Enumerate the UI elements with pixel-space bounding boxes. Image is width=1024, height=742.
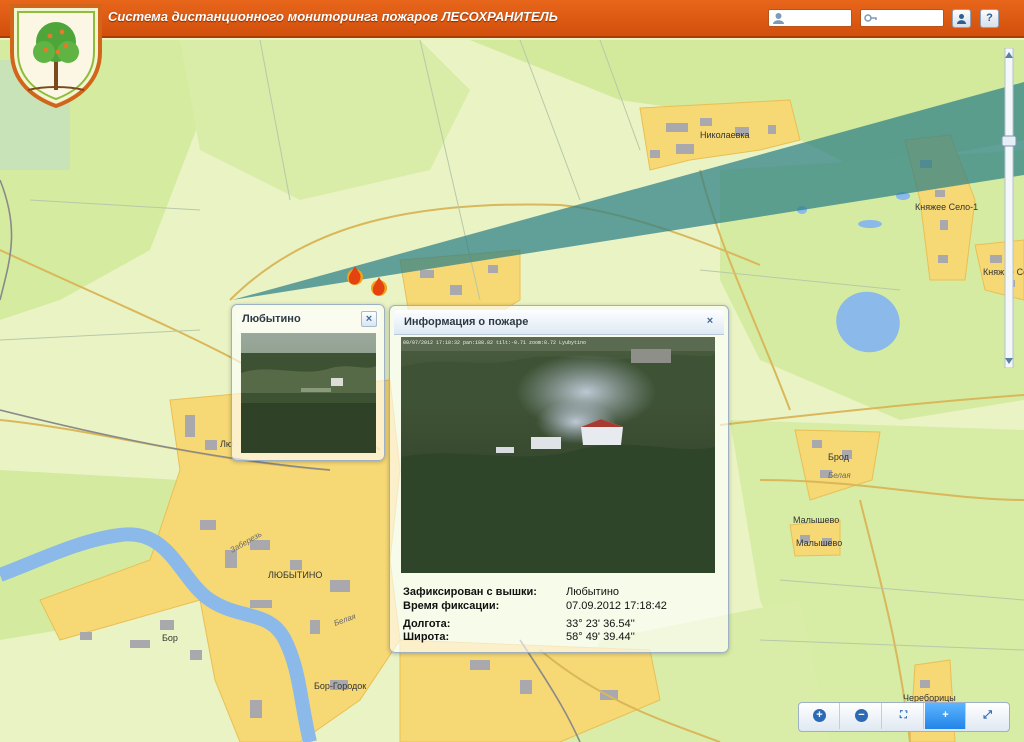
camera-popup-title: Любытино	[242, 313, 301, 325]
fire-popup-title: Информация о пожаре	[404, 316, 529, 328]
fire-info-popup: Информация о пожаре × 09/07/2012 17:18:3…	[389, 305, 729, 653]
zoom-out-icon: −	[855, 709, 868, 722]
full-extent-button[interactable]: ⛶	[883, 703, 924, 729]
camera-snapshot[interactable]	[241, 333, 376, 453]
login-button[interactable]	[952, 9, 971, 28]
info-label: Широта:	[403, 631, 450, 643]
pan-button[interactable]: +	[925, 703, 966, 729]
info-label: Зафиксирован с вышки:	[403, 586, 537, 598]
help-button[interactable]: ?	[980, 9, 999, 28]
pan-icon: +	[942, 709, 949, 721]
road-label: Белая	[828, 471, 851, 480]
password-field[interactable]	[860, 9, 944, 28]
fullscreen-button[interactable]: ⤢	[967, 703, 1008, 729]
place-label: Княжее Село-1	[915, 202, 978, 212]
close-icon[interactable]: ×	[361, 311, 377, 327]
place-label: Николаевка	[700, 130, 750, 140]
place-label: Малышево	[796, 538, 842, 548]
app-title: Система дистанционного мониторинга пожар…	[108, 9, 558, 24]
info-label: Время фиксации:	[403, 600, 500, 612]
info-label: Долгота:	[403, 618, 451, 630]
zoom-in-button[interactable]: +	[799, 703, 840, 729]
place-label: Брод	[828, 452, 850, 462]
fire-popup-header: Информация о пожаре ×	[394, 310, 724, 335]
username-field[interactable]	[768, 9, 852, 28]
info-value: 07.09.2012 17:18:42	[566, 600, 667, 612]
close-icon[interactable]: ×	[702, 314, 718, 330]
map-toolbar: + − ⛶ + ⤢	[798, 702, 1010, 732]
fullscreen-icon: ⤢	[983, 709, 992, 721]
user-icon	[773, 13, 784, 24]
full-extent-icon: ⛶	[900, 710, 907, 721]
camera-overlay-text: 09/07/2012 17:18:32 pan:188.82 tilt:-0.7…	[403, 340, 586, 346]
camera-popup: Любытино ×	[231, 304, 385, 461]
key-icon	[864, 14, 877, 22]
info-value: 33° 23' 36.54''	[566, 618, 635, 630]
place-label: Бор-Городок	[314, 681, 366, 691]
fire-snapshot[interactable]: 09/07/2012 17:18:32 pan:188.82 tilt:-0.7…	[401, 337, 715, 573]
user-icon	[957, 14, 966, 24]
place-label: Бор	[162, 633, 178, 643]
zoom-slider-thumb	[1001, 135, 1017, 147]
zoom-slider[interactable]	[1001, 48, 1017, 368]
logo-emblem-icon	[10, 4, 102, 108]
app-header: Система дистанционного мониторинга пожар…	[0, 0, 1024, 38]
info-value: Любытино	[566, 586, 620, 598]
place-label: Малышево	[793, 515, 839, 525]
info-value: 58° 49' 39.44''	[566, 631, 635, 643]
place-label: ЛЮБЫТИНО	[268, 570, 322, 580]
camera-popup-header: Любытино ×	[236, 309, 380, 333]
zoom-in-icon: +	[813, 709, 826, 722]
zoom-out-button[interactable]: −	[841, 703, 882, 729]
